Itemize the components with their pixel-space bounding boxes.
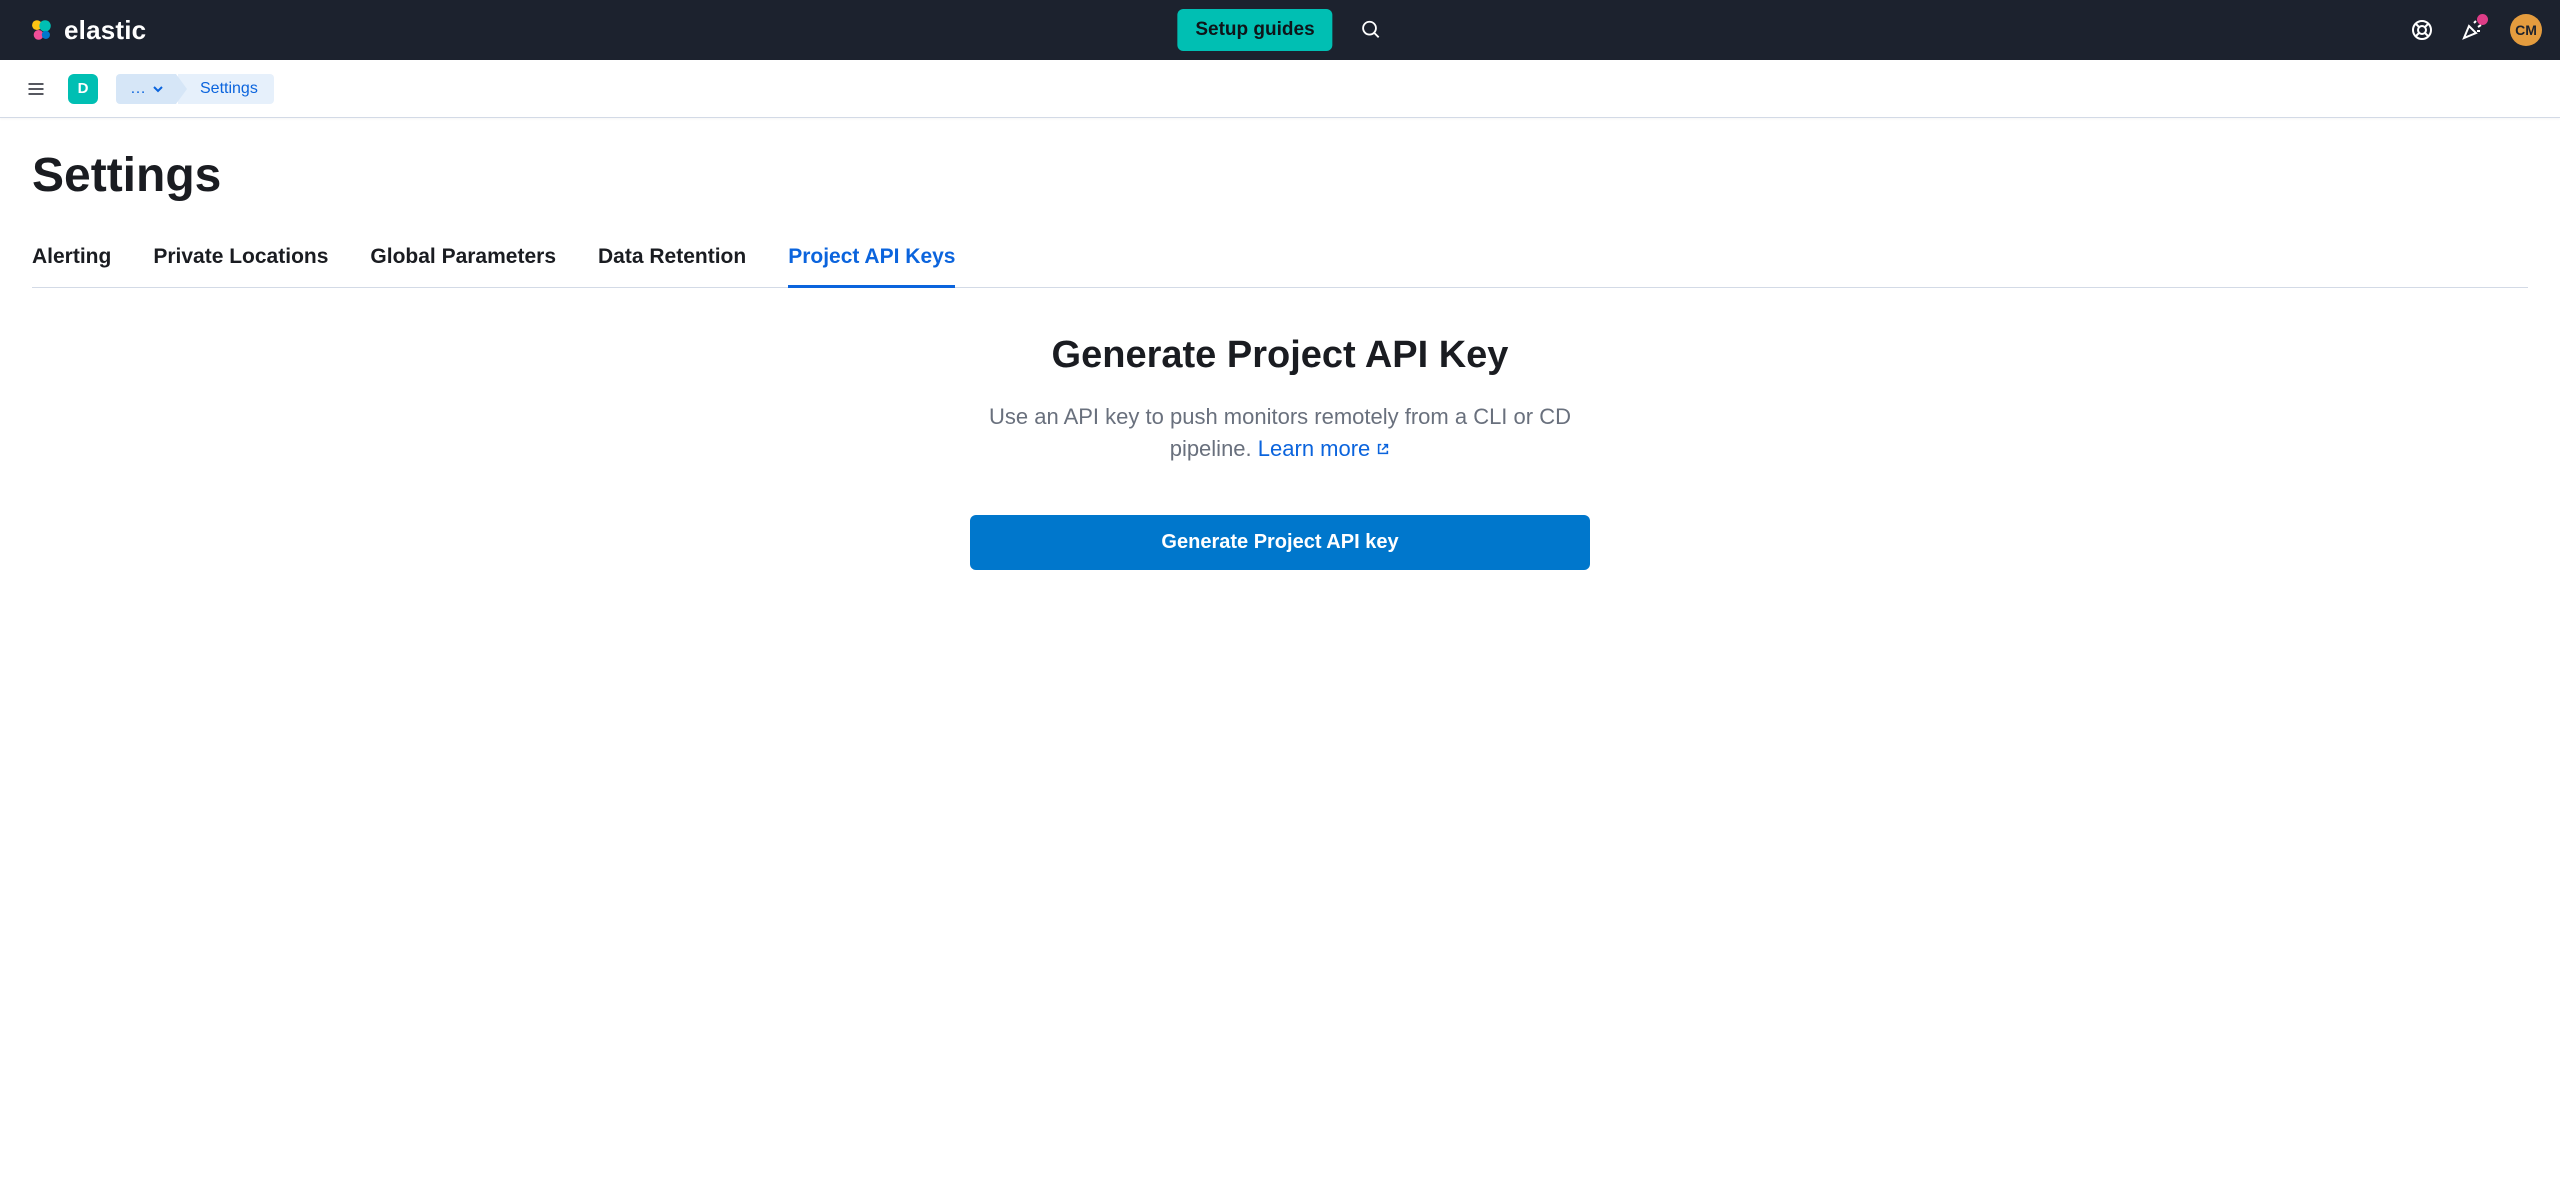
api-key-panel: Generate Project API Key Use an API key … [770, 334, 1790, 570]
tab-private-locations[interactable]: Private Locations [153, 245, 328, 288]
chevron-down-icon [152, 83, 164, 95]
brand-logo[interactable]: elastic [28, 15, 146, 46]
settings-tabs: Alerting Private Locations Global Parame… [32, 245, 2528, 288]
search-icon [1361, 19, 1383, 41]
breadcrumb-current: Settings [178, 74, 274, 104]
lifebuoy-icon [2410, 18, 2434, 42]
user-avatar[interactable]: CM [2510, 14, 2542, 46]
breadcrumb: … Settings [116, 74, 274, 104]
brand-name: elastic [64, 15, 146, 46]
external-link-icon [1376, 442, 1390, 456]
setup-guides-button[interactable]: Setup guides [1177, 9, 1332, 51]
header-center: Setup guides [1177, 9, 1382, 51]
panel-description: Use an API key to push monitors remotely… [960, 401, 1600, 465]
sub-header: D … Settings [0, 60, 2560, 118]
generate-api-key-button[interactable]: Generate Project API key [970, 515, 1590, 570]
nav-toggle-button[interactable] [20, 73, 52, 105]
help-button[interactable] [2410, 18, 2434, 42]
page-content: Settings Alerting Private Locations Glob… [0, 118, 2560, 600]
news-button[interactable] [2460, 18, 2484, 42]
learn-more-label: Learn more [1258, 433, 1371, 465]
page-title: Settings [32, 148, 2528, 203]
space-selector[interactable]: D [68, 74, 98, 104]
search-button[interactable] [1361, 19, 1383, 41]
tab-global-parameters[interactable]: Global Parameters [370, 245, 556, 288]
notification-dot-icon [2477, 14, 2488, 25]
elastic-logo-icon [28, 17, 54, 43]
breadcrumb-collapsed-label: … [130, 80, 146, 98]
top-header: elastic Setup guides CM [0, 0, 2560, 60]
panel-heading: Generate Project API Key [770, 334, 1790, 377]
header-right: CM [2410, 14, 2542, 46]
hamburger-icon [26, 79, 46, 99]
tab-project-api-keys[interactable]: Project API Keys [788, 245, 955, 288]
tab-alerting[interactable]: Alerting [32, 245, 111, 288]
learn-more-link[interactable]: Learn more [1258, 433, 1391, 465]
breadcrumb-collapsed[interactable]: … [116, 74, 176, 104]
tab-data-retention[interactable]: Data Retention [598, 245, 746, 288]
